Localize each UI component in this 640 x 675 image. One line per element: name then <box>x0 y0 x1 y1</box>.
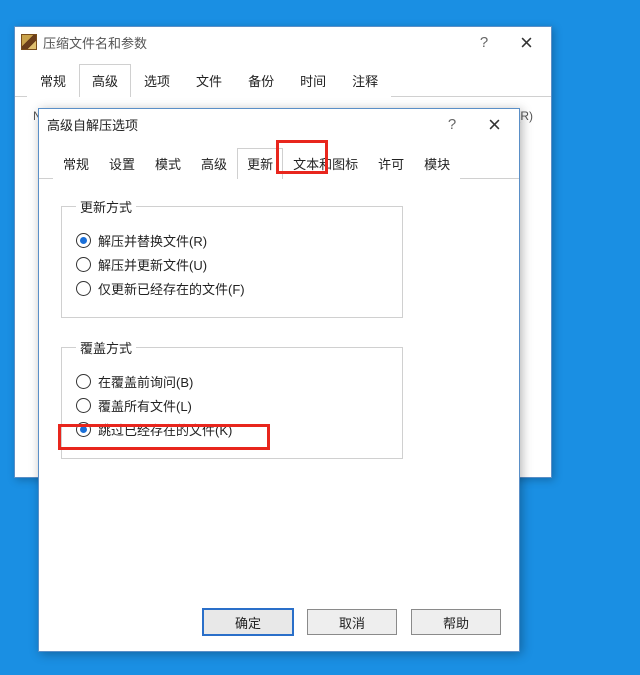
radio-skip-existing[interactable]: 跳过已经存在的文件(K) <box>76 420 388 439</box>
radio-ask-before[interactable]: 在覆盖前询问(B) <box>76 372 388 391</box>
tab-content: 更新方式 解压并替换文件(R) 解压并更新文件(U) 仅更新已经存在的文件(F)… <box>39 179 519 597</box>
button-row: 确定 取消 帮助 <box>39 597 519 651</box>
tab-options[interactable]: 选项 <box>131 64 183 97</box>
radio-overwrite-all[interactable]: 覆盖所有文件(L) <box>76 396 388 415</box>
close-icon <box>521 37 532 48</box>
tab-module[interactable]: 模块 <box>414 148 460 179</box>
update-mode-group: 更新方式 解压并替换文件(R) 解压并更新文件(U) 仅更新已经存在的文件(F) <box>61 197 403 318</box>
window-title: 高级自解压选项 <box>45 115 431 134</box>
cancel-button[interactable]: 取消 <box>307 609 397 635</box>
close-button[interactable] <box>473 111 515 137</box>
sfx-advanced-dialog: 高级自解压选项 ? 常规 设置 模式 高级 更新 文本和图标 许可 模块 更新方… <box>38 108 520 652</box>
titlebar[interactable]: 压缩文件名和参数 ? <box>15 27 551 57</box>
tab-bar: 常规 高级 选项 文件 备份 时间 注释 <box>15 57 551 97</box>
tab-texticon[interactable]: 文本和图标 <box>283 148 368 179</box>
radio-icon <box>76 422 91 437</box>
radio-label: 跳过已经存在的文件(K) <box>98 420 232 439</box>
radio-icon <box>76 281 91 296</box>
tab-license[interactable]: 许可 <box>368 148 414 179</box>
tab-advanced[interactable]: 高级 <box>79 64 131 97</box>
radio-icon <box>76 233 91 248</box>
radio-label: 解压并替换文件(R) <box>98 231 207 250</box>
radio-label: 仅更新已经存在的文件(F) <box>98 279 245 298</box>
help-button[interactable]: ? <box>463 29 505 55</box>
radio-extract-replace[interactable]: 解压并替换文件(R) <box>76 231 388 250</box>
tab-backup[interactable]: 备份 <box>235 64 287 97</box>
ok-button[interactable]: 确定 <box>203 609 293 635</box>
radio-extract-update[interactable]: 解压并更新文件(U) <box>76 255 388 274</box>
radio-label: 在覆盖前询问(B) <box>98 372 193 391</box>
help-button[interactable]: ? <box>431 111 473 137</box>
radio-icon <box>76 374 91 389</box>
radio-icon <box>76 257 91 272</box>
tab-bar: 常规 设置 模式 高级 更新 文本和图标 许可 模块 <box>39 139 519 179</box>
app-icon <box>21 34 37 50</box>
close-icon <box>489 119 500 130</box>
tab-general[interactable]: 常规 <box>53 148 99 179</box>
tab-comment[interactable]: 注释 <box>339 64 391 97</box>
tab-time[interactable]: 时间 <box>287 64 339 97</box>
radio-label: 覆盖所有文件(L) <box>98 396 192 415</box>
group-legend: 更新方式 <box>76 197 136 216</box>
tab-advanced[interactable]: 高级 <box>191 148 237 179</box>
tab-update[interactable]: 更新 <box>237 148 283 179</box>
tab-mode[interactable]: 模式 <box>145 148 191 179</box>
overwrite-mode-group: 覆盖方式 在覆盖前询问(B) 覆盖所有文件(L) 跳过已经存在的文件(K) <box>61 338 403 459</box>
radio-update-existing[interactable]: 仅更新已经存在的文件(F) <box>76 279 388 298</box>
group-legend: 覆盖方式 <box>76 338 136 357</box>
help-button[interactable]: 帮助 <box>411 609 501 635</box>
tab-files[interactable]: 文件 <box>183 64 235 97</box>
tab-general[interactable]: 常规 <box>27 64 79 97</box>
window-title: 压缩文件名和参数 <box>43 33 463 52</box>
radio-label: 解压并更新文件(U) <box>98 255 207 274</box>
tab-setup[interactable]: 设置 <box>99 148 145 179</box>
close-button[interactable] <box>505 29 547 55</box>
titlebar[interactable]: 高级自解压选项 ? <box>39 109 519 139</box>
radio-icon <box>76 398 91 413</box>
